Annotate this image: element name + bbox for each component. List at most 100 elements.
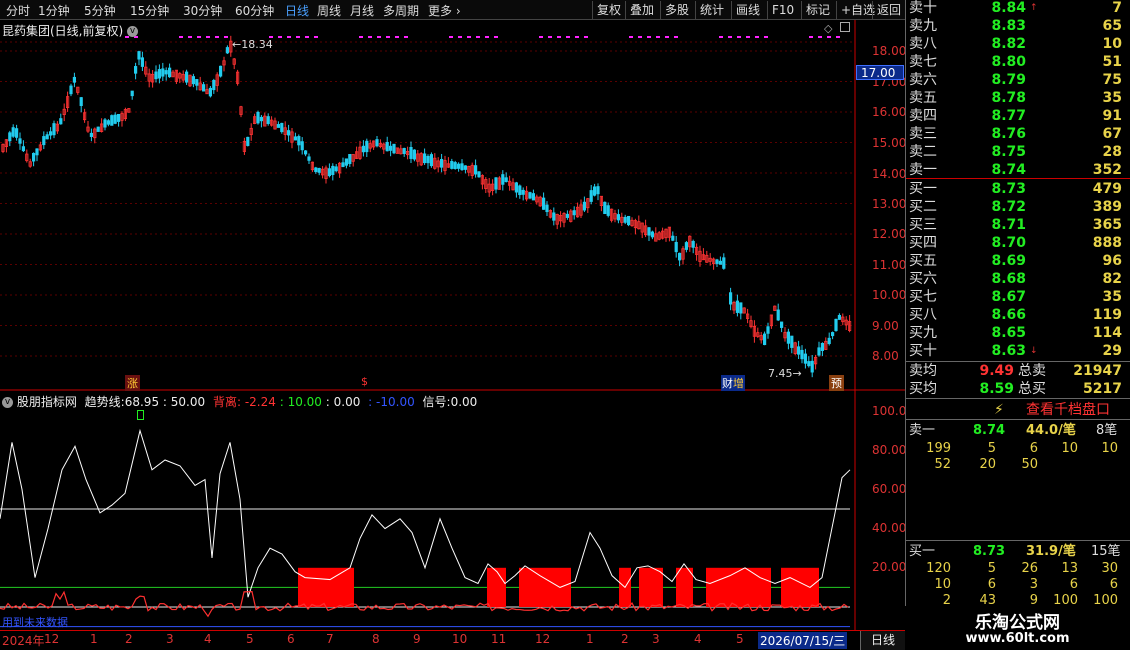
ask-level-row[interactable]: 卖八 8.82 10 — [906, 35, 1130, 53]
collapse-icon[interactable] — [840, 22, 850, 32]
bid-level-label: 买六 — [909, 271, 937, 287]
candle-body — [827, 337, 831, 345]
ask-level-volume: 7 — [1112, 0, 1122, 16]
f10-button[interactable]: F10 — [767, 1, 798, 19]
site-logo: 乐淘公式网 www.60lt.com — [905, 606, 1130, 650]
tab-1min[interactable]: 1分钟 — [38, 2, 70, 19]
buy-avg-value: 8.59 — [979, 381, 1014, 397]
ask-level-label: 卖九 — [909, 18, 937, 34]
diamond-icon[interactable]: ◇ — [824, 22, 832, 35]
signal-dot — [494, 36, 498, 38]
tab-15min[interactable]: 15分钟 — [130, 2, 169, 19]
ask-level-price: 8.82 — [991, 36, 1026, 52]
bid-level-volume: 82 — [1102, 271, 1122, 287]
chevron-right-icon: › — [452, 4, 461, 18]
candle-body — [715, 259, 719, 264]
candle-body — [722, 257, 726, 269]
bid-level-row[interactable]: 买三 8.71 365 — [906, 216, 1130, 234]
candle-body — [45, 134, 49, 140]
bid-level-volume: 389 — [1092, 199, 1122, 215]
bid-level-row[interactable]: 买九 8.65 114 — [906, 324, 1130, 342]
indicator-name[interactable]: 股朋指标网 — [17, 395, 77, 409]
chevron-down-icon[interactable]: v — [2, 397, 13, 408]
candle-body — [341, 162, 345, 168]
detail-volume: 26 — [1021, 561, 1038, 576]
draw-button[interactable]: 画线 — [731, 1, 764, 19]
back-button[interactable]: 返回 — [872, 1, 905, 19]
candle-body — [834, 318, 838, 332]
fuquan-button[interactable]: 复权 — [592, 1, 625, 19]
candle-body — [616, 214, 621, 221]
event-marker-dollar[interactable]: $ — [361, 375, 368, 388]
tab-monthly[interactable]: 月线 — [350, 2, 374, 19]
candle-body — [514, 182, 519, 193]
indicator-plot — [0, 428, 851, 628]
stock-title-text: 昆药集团(日线,前复权) — [2, 24, 124, 38]
ask-level-row[interactable]: 卖九 8.83 65 — [906, 17, 1130, 35]
signal-bar — [781, 567, 819, 607]
tab-60min[interactable]: 60分钟 — [235, 2, 274, 19]
tab-30min[interactable]: 30分钟 — [183, 2, 222, 19]
ask-level-row[interactable]: 卖十 8.84 7 ↑ — [906, 0, 1130, 17]
bid-level-row[interactable]: 买十 8.63 29 ↓ — [906, 342, 1130, 360]
candle-body — [691, 240, 695, 248]
price-tick: 16.00 — [872, 105, 907, 119]
ask-level-row[interactable]: 卖四 8.77 91 — [906, 107, 1130, 125]
tab-daily[interactable]: 日线 — [285, 2, 309, 19]
ask-level-row[interactable]: 卖五 8.78 35 — [906, 89, 1130, 107]
bid-level-row[interactable]: 买八 8.66 119 — [906, 306, 1130, 324]
ind-v3: : 0.00 — [325, 395, 361, 409]
candle-body — [786, 331, 791, 344]
bid-level-price: 8.66 — [991, 307, 1026, 323]
mark-button[interactable]: 标记 — [801, 1, 834, 19]
date-tick: 1 — [586, 632, 594, 646]
tab-5min[interactable]: 5分钟 — [84, 2, 116, 19]
tab-multi-period[interactable]: 多周期 — [383, 2, 419, 19]
view-full-depth-button[interactable]: ⚡ 查看千档盘口 — [906, 398, 1130, 420]
indicator-title: v 股朋指标网 趋势线:68.95 : 50.00 背离: -2.24 : 10… — [2, 393, 477, 410]
kline-chart-area[interactable]: 昆药集团(日线,前复权) v ◇ 18.00 17.00 16.00 15.00… — [0, 20, 914, 630]
ask-level-row[interactable]: 卖二 8.75 28 — [906, 143, 1130, 161]
ask-level-row[interactable]: 卖三 8.76 67 — [906, 125, 1130, 143]
signal-dot — [287, 36, 291, 38]
candle-body — [603, 201, 607, 215]
tab-more[interactable]: 更多 › — [428, 2, 461, 19]
event-marker-forecast[interactable]: 预 — [829, 375, 844, 391]
bid-level-row[interactable]: 买五 8.69 96 — [906, 252, 1130, 270]
bid-level-row[interactable]: 买二 8.72 389 — [906, 198, 1130, 216]
ask-level-row[interactable]: 卖六 8.79 75 — [906, 71, 1130, 89]
chevron-down-icon[interactable]: v — [127, 26, 139, 37]
candle-body — [331, 165, 335, 176]
down-arrow-icon: ↓ — [1030, 346, 1038, 356]
signal-dot — [179, 36, 183, 38]
signal-dot — [278, 36, 282, 38]
ask-level-price: 8.77 — [991, 108, 1026, 124]
period-tab[interactable]: 日线 — [860, 631, 905, 650]
bid-level-row[interactable]: 买一 8.73 479 — [906, 180, 1130, 198]
candle-body — [460, 163, 464, 171]
ask-level-row[interactable]: 卖一 8.74 352 — [906, 161, 1130, 179]
candle-body — [164, 70, 168, 75]
stats-button[interactable]: 统计 — [695, 1, 728, 19]
candle-body — [501, 174, 505, 185]
candle-body — [59, 118, 63, 125]
bid-level-row[interactable]: 买六 8.68 82 — [906, 270, 1130, 288]
bid-level-row[interactable]: 买四 8.70 888 — [906, 234, 1130, 252]
candle-body — [552, 212, 556, 221]
overlay-button[interactable]: 叠加 — [625, 1, 658, 19]
candle-body — [191, 76, 195, 85]
ind-tick: 80.00 — [872, 443, 907, 457]
multi-stock-button[interactable]: 多股 — [660, 1, 693, 19]
bid-level-row[interactable]: 买七 8.67 35 — [906, 288, 1130, 306]
candle-body — [32, 152, 36, 162]
right-arrow-icon: → — [792, 367, 802, 380]
event-marker-finance[interactable]: 财增 — [721, 375, 745, 391]
bid-level-price: 8.71 — [991, 217, 1026, 233]
ask-level-row[interactable]: 卖七 8.80 51 — [906, 53, 1130, 71]
tab-weekly[interactable]: 周线 — [317, 2, 341, 19]
signal-dot — [674, 36, 678, 38]
candle-body — [542, 197, 546, 210]
tab-fenshi[interactable]: 分时 — [6, 2, 30, 19]
event-marker-limit-up[interactable]: 涨 — [125, 375, 140, 391]
candle-body — [572, 210, 576, 216]
